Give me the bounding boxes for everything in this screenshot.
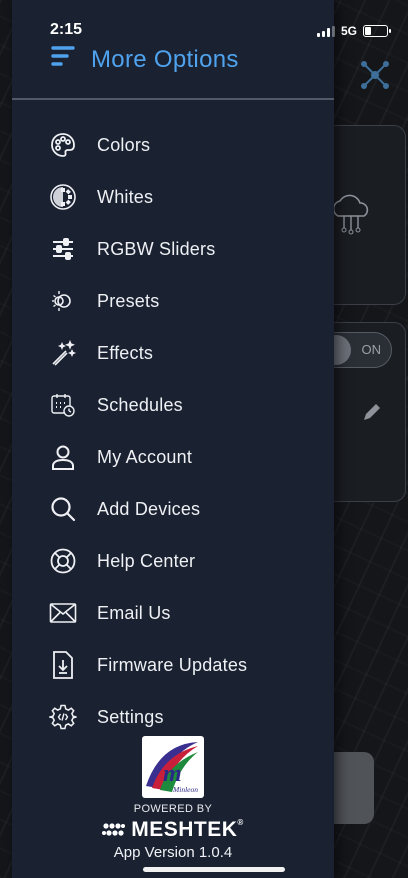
menu-item-colors[interactable]: Colors	[12, 119, 334, 171]
svg-text:m: m	[163, 761, 182, 787]
lifebuoy-icon	[48, 546, 78, 576]
drawer-title: More Options	[91, 46, 239, 73]
menu-item-rgbw-sliders[interactable]: RGBW Sliders	[12, 223, 334, 275]
network-type: 5G	[340, 24, 357, 38]
status-time: 2:15	[50, 21, 83, 38]
user-icon	[48, 442, 78, 472]
envelope-icon	[48, 598, 78, 628]
signal-bar	[331, 25, 335, 37]
menu-label-colors: Colors	[97, 134, 151, 155]
meshtek-brand: MESHTEK®	[12, 818, 334, 842]
battery-icon	[363, 25, 391, 37]
white-temperature-icon	[48, 182, 78, 212]
firmware-download-icon	[48, 650, 78, 680]
menu-item-add-devices[interactable]: Add Devices	[12, 483, 334, 535]
signal-bar	[321, 30, 325, 37]
menu-label-firmware-updates: Firmware Updates	[97, 654, 248, 675]
search-icon	[48, 494, 78, 524]
presets-bulb-icon	[48, 286, 78, 316]
menu-label-effects: Effects	[97, 342, 154, 363]
status-bar: 2:15 5G	[0, 0, 408, 44]
sliders-icon	[48, 234, 78, 264]
menu-list: Colors Whites RGBW Sliders Presets Effec…	[12, 119, 334, 743]
menu-label-help-center: Help Center	[97, 550, 196, 571]
drawer-divider	[12, 98, 334, 100]
toggle-label: ON	[361, 342, 382, 357]
signal-bar	[326, 28, 330, 37]
hamburger-menu-icon[interactable]	[50, 44, 76, 72]
menu-label-email-us: Email Us	[97, 602, 171, 623]
menu-label-my-account: My Account	[97, 446, 193, 467]
cloud-icon	[332, 194, 369, 235]
menu-label-presets: Presets	[97, 290, 160, 311]
menu-label-rgbw-sliders: RGBW Sliders	[97, 238, 216, 259]
menu-item-presets[interactable]: Presets	[12, 275, 334, 327]
menu-item-firmware-updates[interactable]: Firmware Updates	[12, 639, 334, 691]
status-indicators: 5G	[316, 24, 391, 38]
menu-label-whites: Whites	[97, 186, 154, 207]
pencil-icon	[364, 404, 380, 420]
menu-item-effects[interactable]: Effects	[12, 327, 334, 379]
menu-item-schedules[interactable]: Schedules	[12, 379, 334, 431]
gear-icon	[48, 702, 78, 732]
signal-bar	[316, 33, 320, 37]
menu-label-settings: Settings	[97, 706, 164, 727]
minleon-logo: m Minleon	[142, 736, 204, 798]
registered-mark: ®	[237, 818, 244, 827]
drawer-footer: m Minleon POWERED BY MESHTEK® App Versio…	[12, 736, 334, 861]
magic-wand-icon	[48, 338, 78, 368]
meshtek-logo-icon	[102, 823, 126, 836]
home-indicator[interactable]	[143, 867, 285, 872]
menu-label-add-devices: Add Devices	[97, 498, 201, 519]
meshtek-wordmark: MESHTEK®	[131, 818, 244, 842]
meshtek-text: MESHTEK	[131, 818, 238, 841]
app-version: App Version 1.0.4	[113, 844, 233, 861]
battery-level	[365, 27, 372, 35]
menu-item-my-account[interactable]: My Account	[12, 431, 334, 483]
menu-item-email-us[interactable]: Email Us	[12, 587, 334, 639]
calendar-clock-icon	[48, 390, 78, 420]
navigation-drawer: More Options Colors Whites RGBW Sliders …	[12, 0, 334, 878]
menu-label-schedules: Schedules	[97, 394, 183, 415]
menu-item-help-center[interactable]: Help Center	[12, 535, 334, 587]
network-node-icon	[361, 61, 389, 89]
palette-icon	[48, 130, 78, 160]
menu-item-whites[interactable]: Whites	[12, 171, 334, 223]
logo-text: Minleon	[172, 785, 198, 794]
drawer-header: More Options	[12, 40, 334, 98]
powered-by-label: POWERED BY	[133, 803, 213, 815]
cellular-signal-icon	[316, 25, 335, 37]
